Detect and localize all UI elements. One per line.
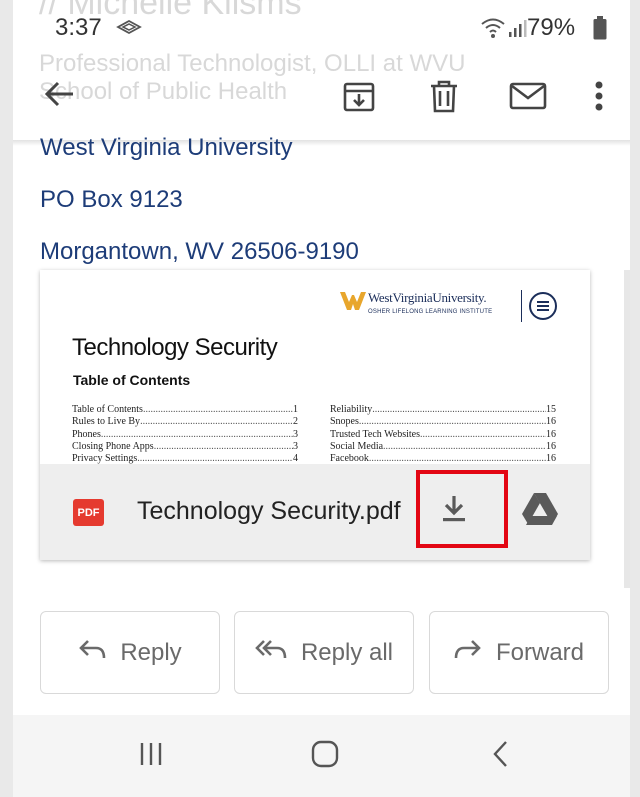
home-icon <box>310 739 340 774</box>
toc-row: Reliability15 <box>330 404 556 416</box>
more-vert-icon <box>594 80 604 117</box>
signature-line-faded-1: Professional Technologist, OLLI at WVU <box>39 50 466 77</box>
toc-row: Phones3 <box>72 429 298 441</box>
archive-icon <box>342 79 376 118</box>
toc-column-right: Reliability15 Snopes16 Trusted Tech Webs… <box>330 404 556 464</box>
more-options-button[interactable] <box>587 78 611 118</box>
reply-all-label: Reply all <box>300 638 394 666</box>
status-time: 3:37 <box>55 14 102 41</box>
phone-screen: // Michelle Kilsms Professional Technolo… <box>13 0 630 797</box>
address-line-university: West Virginia University <box>40 134 293 161</box>
delete-button[interactable] <box>424 78 464 118</box>
attachment-preview[interactable]: WestVirginiaUniversity. OSHER LIFELONG L… <box>40 270 590 464</box>
archive-button[interactable] <box>339 78 379 118</box>
logo-divider <box>521 290 522 322</box>
trash-icon <box>429 79 459 118</box>
toc-row: Closing Phone Apps3 <box>72 441 298 453</box>
wvu-logo-subtitle: OSHER LIFELONG LEARNING INSTITUTE <box>368 309 493 315</box>
reply-icon <box>78 638 106 667</box>
scrollbar[interactable] <box>624 270 630 588</box>
pdf-file-icon: PDF <box>73 499 104 526</box>
cast-icon <box>116 18 142 41</box>
home-button[interactable] <box>305 737 345 775</box>
toc-row: Trusted Tech Websites16 <box>330 429 556 441</box>
document-title: Technology Security <box>72 334 278 361</box>
reply-all-button[interactable]: Reply all <box>234 611 414 694</box>
osher-seal-icon <box>529 292 557 320</box>
toc-row: Privacy Settings4 <box>72 453 298 464</box>
recent-apps-icon <box>138 741 164 772</box>
mail-icon <box>509 81 547 116</box>
toc-row: Rules to Live By2 <box>72 416 298 428</box>
google-drive-icon <box>521 492 559 531</box>
system-nav-bar <box>13 715 630 797</box>
toc-row: Social Media16 <box>330 441 556 453</box>
document-subtitle: Table of Contents <box>73 372 191 388</box>
save-to-drive-button[interactable] <box>519 492 561 531</box>
attachment-file-name[interactable]: Technology Security.pdf <box>137 497 401 526</box>
reply-button[interactable]: Reply <box>40 611 220 694</box>
signal-icon <box>508 18 528 43</box>
mark-unread-button[interactable] <box>507 80 549 116</box>
wvu-logo: WestVirginiaUniversity. OSHER LIFELONG L… <box>340 290 492 315</box>
reply-all-icon <box>255 638 287 667</box>
forward-label: Forward <box>495 638 585 666</box>
forward-icon <box>454 638 482 667</box>
chevron-left-icon <box>491 740 509 773</box>
wifi-icon <box>480 17 506 44</box>
system-back-button[interactable] <box>485 737 515 775</box>
arrow-back-icon <box>43 80 75 113</box>
wvu-flying-wv-icon <box>340 292 366 310</box>
toc-row: Facebook16 <box>330 453 556 464</box>
battery-level: 79% <box>527 14 576 41</box>
wvu-logo-name: WestVirginiaUniversity. <box>368 290 487 305</box>
back-button[interactable] <box>39 78 79 114</box>
battery-icon <box>593 16 607 45</box>
reply-label: Reply <box>120 638 182 666</box>
address-line-po-box: PO Box 9123 <box>40 186 183 213</box>
toc-row: Snopes16 <box>330 416 556 428</box>
toc-column-left: Table of Contents1 Rules to Live By2 Pho… <box>72 404 298 464</box>
toc-row: Table of Contents1 <box>72 404 298 416</box>
forward-button[interactable]: Forward <box>429 611 609 694</box>
address-line-city: Morgantown, WV 26506-9190 <box>40 238 359 265</box>
recent-apps-button[interactable] <box>133 737 169 775</box>
download-highlight-box <box>416 470 508 548</box>
